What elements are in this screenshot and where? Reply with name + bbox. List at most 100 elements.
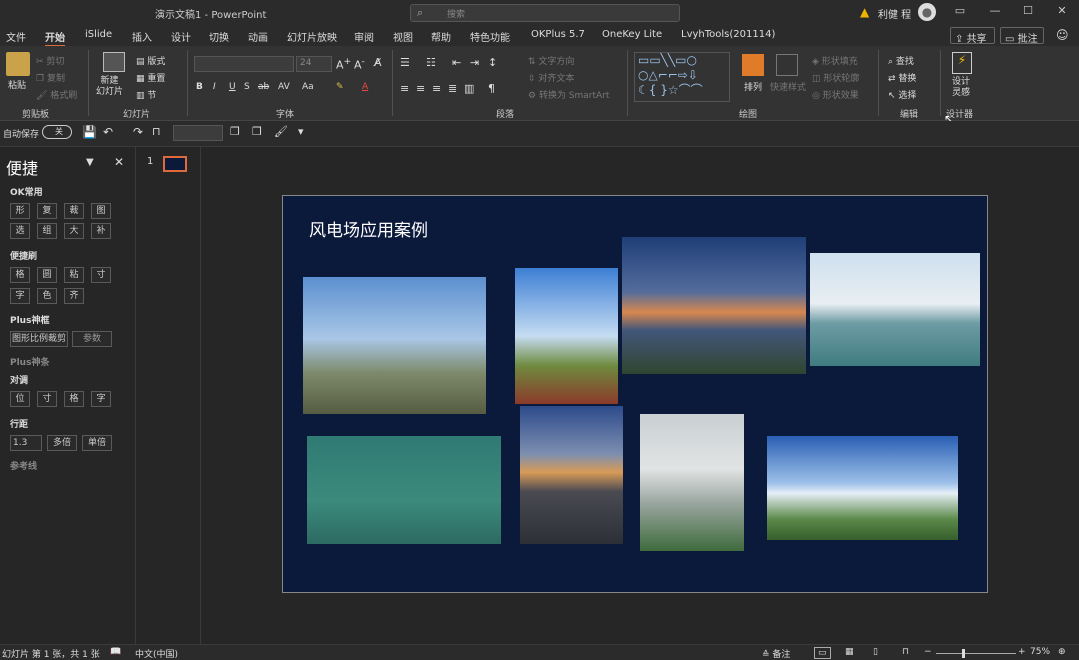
shape-fill-button[interactable]: ◈ 形状填充 [812,54,858,67]
tab-transitions[interactable]: 切换 [209,29,229,44]
tab-design[interactable]: 设计 [171,29,191,44]
direction-icon[interactable]: ¶ [488,82,495,95]
arrange-label[interactable]: 排列 [744,80,762,93]
copy-button[interactable]: ❐ 复制 [36,71,65,84]
photo-hilltop-turbine[interactable] [515,268,618,404]
ribbon-display-icon[interactable]: ▭ [945,4,975,17]
select-button[interactable]: ↖ 选择 [888,88,916,101]
tab-file[interactable]: 文件 [6,29,26,44]
reset-button[interactable]: ▦ 重置 [136,71,165,84]
design-ideas-label[interactable]: 设计 灵感 [952,77,970,99]
photo-grassland-wind[interactable] [303,277,486,414]
line-spacing-input[interactable]: 1.3 [10,435,42,451]
text-direction-button[interactable]: ⇅ 文字方向 [528,54,574,67]
photo-misty-mountain[interactable] [640,414,744,551]
panel-button[interactable]: 大 [64,223,84,239]
panel-button[interactable]: 格 [64,391,84,407]
tab-onekey[interactable]: OneKey Lite [602,29,662,40]
panel-button[interactable]: 粘 [64,267,84,283]
tab-insert[interactable]: 插入 [132,29,152,44]
tab-features[interactable]: 特色功能 [470,29,510,44]
slide-title[interactable]: 风电场应用案例 [309,216,428,241]
brush-icon[interactable]: 🖌 [274,125,288,138]
font-shrink-icon[interactable]: A- [354,56,365,72]
panel-button[interactable]: 格 [10,267,30,283]
underline-icon[interactable]: U [229,82,236,92]
spellcheck-icon[interactable]: 📖 [110,647,121,657]
align-right-icon[interactable]: ≡ [432,82,441,95]
new-slide-label[interactable]: 新建 幻灯片 [96,76,123,98]
highlight-icon[interactable]: ✎ [336,82,344,92]
paste-label[interactable]: 粘贴 [8,78,26,91]
panel-button[interactable]: 裁 [64,203,84,219]
tab-animations[interactable]: 动画 [248,29,268,44]
panel-button[interactable]: 字 [10,288,30,304]
panel-button[interactable]: 组 [37,223,57,239]
layout-button[interactable]: ▤ 版式 [136,54,165,67]
panel-button[interactable]: 补 [91,223,111,239]
zoom-handle[interactable] [962,649,965,658]
zoom-level[interactable]: 75% [1030,647,1050,657]
char-spacing-icon[interactable]: AV [278,82,290,92]
chevron-down-icon[interactable]: ▼ [86,157,94,168]
find-button[interactable]: ⌕ 查找 [888,54,914,67]
panel-button[interactable]: 圆 [37,267,57,283]
redo-icon[interactable]: ↷ [133,125,143,139]
panel-button[interactable]: 选 [10,223,30,239]
align-text-button[interactable]: ⇳ 对齐文本 [528,71,574,84]
params-button[interactable]: 参数 [72,331,112,347]
zoom-in-icon[interactable]: + [1018,647,1026,657]
autosave-toggle[interactable]: 关 [42,125,72,139]
font-color-icon[interactable]: A [362,82,368,92]
section-button[interactable]: ▥ 节 [136,88,156,101]
slide-canvas[interactable]: 风电场应用案例 [282,195,988,593]
save-icon[interactable]: 💾 [82,125,97,139]
justify-icon[interactable]: ≣ [448,82,457,95]
tab-slideshow[interactable]: 幻灯片放映 [287,29,337,44]
font-name-input[interactable] [194,56,294,72]
avatar[interactable]: ● [918,3,936,21]
zoom-out-icon[interactable]: − [924,647,932,657]
strikethrough-icon[interactable]: ab [258,82,269,92]
customize-icon[interactable]: ▾ [298,125,304,138]
sorter-view-icon[interactable]: ▦ [845,647,854,657]
tab-okplus[interactable]: OKPlus 5.7 [531,29,585,40]
italic-icon[interactable]: I [213,82,216,92]
panel-button[interactable]: 图 [91,203,111,219]
qat-input[interactable] [173,125,223,141]
shapes-gallery[interactable]: ▭▭╲╲▭○ ○△⌐⌐⇨⇩ ☾{ }☆⌒⌒ [634,52,730,102]
change-case-icon[interactable]: Aa [302,82,314,92]
presenter-icon[interactable]: ⊓ [152,125,161,138]
slide-thumbnail[interactable] [163,156,187,172]
copy-shape-icon[interactable]: ❐ [230,125,240,138]
shadow-icon[interactable]: S [244,82,250,92]
quick-styles-label[interactable]: 快速样式 [770,80,806,93]
design-ideas-icon[interactable]: ⚡ [952,52,972,74]
normal-view-icon[interactable]: ▭ [814,647,831,659]
columns-icon[interactable]: ▥ [464,82,474,95]
shape-effects-button[interactable]: ◎ 形状效果 [812,88,859,101]
smartart-button[interactable]: ⚙ 转换为 SmartArt [528,88,609,101]
panel-button[interactable]: 复 [37,203,57,219]
photo-mountain-dusk[interactable] [520,406,623,544]
format-painter-button[interactable]: 🖌 格式刷 [36,88,77,101]
single-button[interactable]: 单倍 [82,435,112,451]
new-slide-icon[interactable] [103,52,125,72]
photo-offshore-farm[interactable] [810,253,980,366]
group-shape-icon[interactable]: ❒ [252,125,262,138]
numbering-icon[interactable]: ☷ [426,56,436,69]
slideshow-icon[interactable]: ⊓ [902,647,909,657]
comment-button[interactable]: ▭ 批注 [1000,27,1044,45]
panel-button[interactable]: 寸 [37,391,57,407]
notes-button[interactable]: ≙ 备注 [762,647,790,660]
crop-ratio-button[interactable]: 图形比例裁剪 [10,331,68,347]
search-box[interactable]: ⌕ 搜索 [410,4,680,22]
shape-outline-button[interactable]: ◫ 形状轮廓 [812,71,859,84]
share-button[interactable]: ⇪ 共享 [950,27,995,45]
zoom-slider[interactable] [936,653,1016,654]
multiple-button[interactable]: 多倍 [47,435,77,451]
photo-sunset-turbine[interactable] [622,237,806,374]
tab-islide[interactable]: iSlide [85,29,112,40]
tab-view[interactable]: 视图 [393,29,413,44]
panel-button[interactable]: 字 [91,391,111,407]
